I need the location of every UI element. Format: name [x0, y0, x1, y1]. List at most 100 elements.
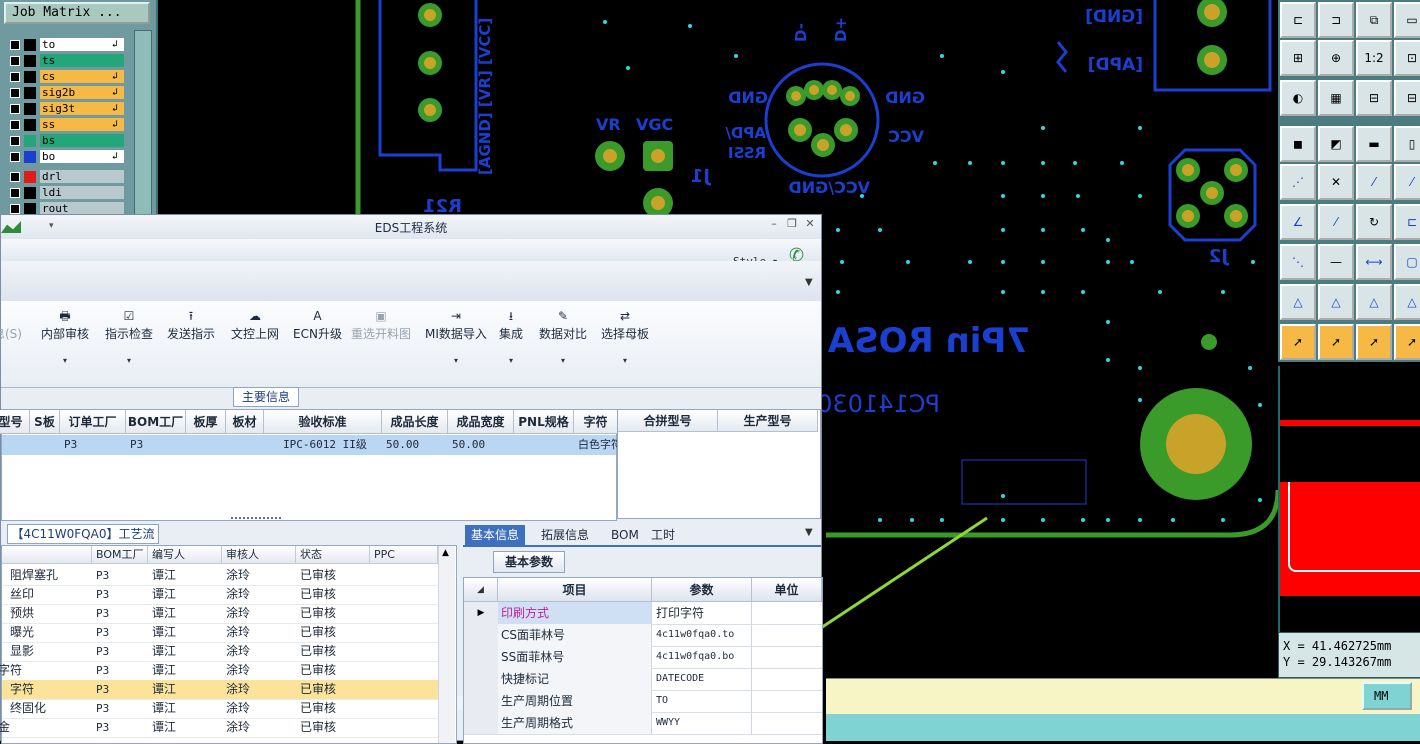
layer-checkbox[interactable] [10, 72, 20, 82]
main-grid-cell[interactable]: P3 [126, 436, 186, 454]
ruler-extra-icon[interactable]: ▯ [1394, 126, 1420, 162]
row-header[interactable] [464, 668, 499, 690]
layer-row[interactable]: ldi [6, 186, 124, 200]
properties-tab[interactable]: 基本信息 [465, 525, 526, 545]
main-grid-col-header[interactable]: 字符 [574, 410, 618, 434]
process-col-header[interactable]: 状态 [296, 546, 370, 564]
job-matrix-button[interactable]: Job Matrix ... [4, 2, 150, 24]
main-grid-col-header[interactable]: S板 [30, 410, 60, 434]
ribbon-dropdown-icon[interactable]: ▾ [601, 356, 649, 365]
close-icon[interactable]: ✕ [803, 217, 817, 231]
col-merge-model[interactable]: 合拼型号 [618, 410, 718, 432]
pointer-icon[interactable]: ➚ [1280, 324, 1316, 360]
line-extra-icon[interactable]: ⁄ [1394, 164, 1420, 200]
move-box-icon[interactable]: ◩ [1318, 126, 1354, 162]
param-value[interactable]: WWYY [652, 712, 752, 734]
ribbon-collapse-icon[interactable]: ▼ [805, 277, 813, 288]
select-box-icon[interactable]: ◼ [1280, 126, 1316, 162]
dash-icon[interactable]: — [1318, 244, 1354, 280]
ribbon-button-7[interactable]: ⇥ MI数据导入 ▾ [425, 307, 487, 383]
layer-row[interactable]: ts [6, 54, 124, 68]
ribbon-button-2[interactable]: ☑ 指示检查 ▾ [105, 307, 153, 383]
slash-icon[interactable]: ⁄ [1318, 204, 1354, 240]
main-grid-col-header[interactable]: 成品长度 [382, 410, 448, 434]
layer-color-swatch[interactable] [24, 39, 36, 51]
main-grid-col-header[interactable]: 成品宽度 [448, 410, 514, 434]
zoom-extra-icon[interactable]: ⊡ [1394, 40, 1420, 76]
layer-color-swatch[interactable] [24, 135, 36, 147]
param-row[interactable]: ▶ 印刷方式 打印字符 [464, 602, 822, 625]
main-grid-col-header[interactable]: 验收标准 [264, 410, 382, 434]
layer-color-swatch[interactable] [24, 55, 36, 67]
measure-icon[interactable]: ⟷ [1356, 244, 1392, 280]
layer-name[interactable]: drl [40, 170, 124, 183]
param-row[interactable]: 生产周期位置 TO [464, 690, 822, 713]
ribbon-dropdown-icon[interactable]: ▾ [41, 356, 89, 365]
col-param[interactable]: 参数 [652, 578, 752, 602]
param-row[interactable]: 快捷标记 DATECODE [464, 668, 822, 691]
process-col-header[interactable]: 编写人 [148, 546, 222, 564]
layer-checkbox[interactable] [10, 56, 20, 66]
layer-row[interactable]: sig3t ↲ [6, 102, 124, 116]
units-button[interactable]: MM [1362, 682, 1412, 710]
splitter-handle[interactable] [231, 517, 281, 523]
layer-row[interactable]: to ↲ [6, 38, 124, 52]
process-row[interactable]: 金 P3 谭江 涂玲 已审核 [0, 718, 438, 738]
layers-extra-icon[interactable]: ⊟ [1394, 80, 1420, 116]
row-header[interactable] [464, 624, 499, 646]
ribbon-button-9[interactable]: ✎ 数据对比 ▾ [539, 307, 587, 383]
row-header[interactable] [464, 690, 499, 712]
snap-extra-icon[interactable]: ▭ [1394, 2, 1420, 38]
layer-checkbox[interactable] [10, 88, 20, 98]
layer-color-swatch[interactable] [24, 87, 36, 99]
layer-row[interactable]: cs ↲ [6, 70, 124, 84]
pointer-extra-icon[interactable]: ➚ [1394, 324, 1420, 360]
node-icon[interactable]: ⋰ [1280, 164, 1316, 200]
current-row-icon[interactable]: ▶ [464, 602, 499, 624]
main-grid-col-header[interactable]: PNL规格 [514, 410, 574, 434]
process-row[interactable]: 字符 P3 谭江 涂玲 已审核 [0, 661, 438, 681]
ribbon-button-0[interactable]: 息(S) [0, 307, 22, 383]
ribbon-button-10[interactable]: ⇄ 选择母板 ▾ [601, 307, 649, 383]
basic-params-subtab[interactable]: 基本参数 [493, 551, 565, 573]
properties-tab[interactable]: 拓展信息 [535, 525, 595, 545]
layer-color-swatch[interactable] [24, 151, 36, 163]
cross-icon[interactable]: ✕ [1318, 164, 1354, 200]
layer-name[interactable]: bs [40, 134, 124, 147]
row-header[interactable] [464, 646, 499, 668]
process-col-header[interactable] [2, 546, 92, 564]
layer-row[interactable]: bo ↲ [6, 150, 124, 164]
process-vscrollbar[interactable]: ▲ [438, 546, 455, 743]
col-unit[interactable]: 单位 [752, 578, 822, 602]
triangle-b-icon[interactable]: △ [1318, 284, 1354, 320]
layer-checkbox[interactable] [10, 204, 20, 214]
tabs-dropdown-icon[interactable]: ▼ [805, 527, 813, 538]
main-grid-cell[interactable] [226, 436, 264, 454]
layer-checkbox[interactable] [10, 120, 20, 130]
snap-mirror-icon[interactable]: ⧉ [1356, 2, 1392, 38]
palette-icon[interactable]: ◐ [1280, 80, 1316, 116]
layer-name[interactable]: ts [40, 54, 124, 67]
col-item[interactable]: 项目 [498, 578, 652, 602]
job-matrix-scrollbar[interactable] [134, 30, 152, 216]
zoom-fit-icon[interactable]: ⊕ [1318, 40, 1354, 76]
col-production-model[interactable]: 生产型号 [718, 410, 818, 432]
param-value[interactable]: 4c11w0fqa0.bo [652, 646, 752, 668]
param-value[interactable]: 打印字符 [652, 602, 752, 624]
param-value[interactable]: TO [652, 690, 752, 712]
ruler-icon[interactable]: ▬ [1356, 126, 1392, 162]
layer-checkbox[interactable] [10, 152, 20, 162]
process-row[interactable]: 预烘 P3 谭江 涂玲 已审核 [2, 604, 438, 624]
bracket-icon[interactable]: ⊏ [1394, 204, 1420, 240]
properties-tab[interactable]: BOM [605, 525, 645, 545]
ribbon-button-6[interactable]: ▣ 重选开料图 [351, 307, 411, 383]
main-grid-cell[interactable]: 50.00 [382, 436, 448, 454]
triangle-c-icon[interactable]: △ [1356, 284, 1392, 320]
grid-icon[interactable]: ▦ [1318, 80, 1354, 116]
main-grid-col-header[interactable]: 板厚 [186, 410, 226, 434]
layer-row[interactable]: sig2b ↲ [6, 86, 124, 100]
layer-color-swatch[interactable] [24, 171, 36, 183]
param-row[interactable]: CS面菲林号 4c11w0fqa0.to [464, 624, 822, 647]
layer-row[interactable]: ss ↲ [6, 118, 124, 132]
layer-name[interactable]: ldi [40, 186, 124, 199]
